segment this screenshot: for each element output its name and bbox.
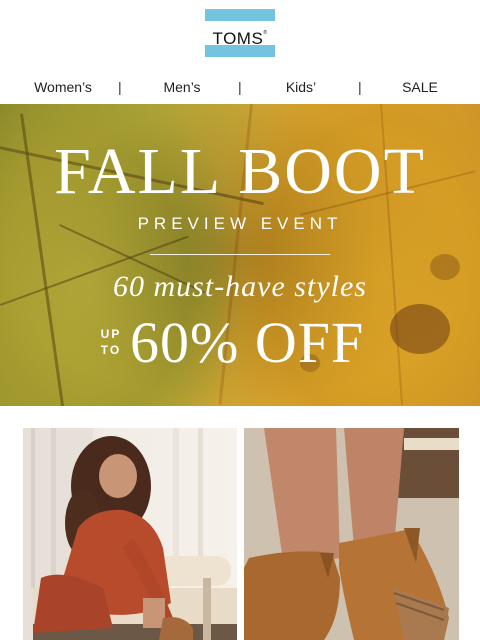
woman-in-red-knit-dress-photo	[23, 428, 237, 640]
nav-item-mens[interactable]: Men’s	[146, 77, 218, 97]
product-image-woman-red-dress[interactable]	[23, 428, 237, 640]
hero-title: FALL BOOT	[54, 135, 426, 208]
hero-tagline: 60 must-have styles	[113, 270, 367, 303]
product-image-tan-booties[interactable]	[244, 428, 459, 640]
logo-band-top	[205, 9, 275, 21]
nav-item-sale[interactable]: SALE	[392, 77, 448, 97]
email-header: TOMS®	[0, 0, 480, 72]
logo-text: TOMS®	[205, 21, 275, 48]
hero-subtitle: PREVIEW EVENT	[137, 214, 343, 233]
logo-registered-mark: ®	[263, 30, 268, 36]
hero-up-to-label: UP TO	[96, 326, 126, 358]
nav-separator: |	[118, 79, 122, 95]
logo-wordmark: TOMS	[212, 29, 264, 48]
tan-suede-wedge-bootie-photo	[244, 428, 459, 640]
hero-discount: 60% OFF	[130, 310, 365, 375]
toms-logo[interactable]: TOMS®	[205, 9, 275, 57]
nav-item-kids[interactable]: Kids’	[270, 77, 332, 97]
nav-separator: |	[238, 79, 242, 95]
hero-divider	[150, 254, 330, 255]
nav-separator: |	[358, 79, 362, 95]
hero-banner-fall-boot[interactable]: FALL BOOT PREVIEW EVENT 60 must-have sty…	[0, 104, 480, 406]
category-nav: Women’s | Men’s | Kids’ | SALE	[0, 72, 480, 102]
nav-item-womens[interactable]: Women’s	[22, 77, 104, 97]
hero-up-text: UP	[100, 327, 122, 341]
hero-to-text: TO	[100, 343, 122, 357]
